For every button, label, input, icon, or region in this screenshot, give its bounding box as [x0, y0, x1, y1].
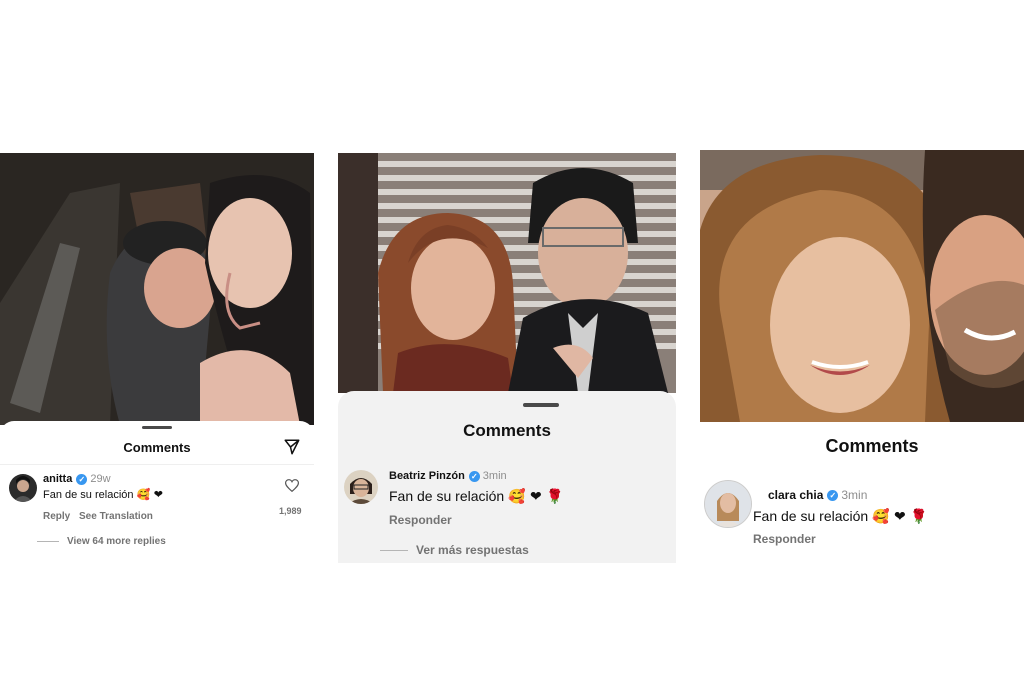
comments-title: Comments [825, 436, 919, 456]
photo-couple-selfie [700, 150, 1024, 422]
sheet-drag-handle[interactable] [142, 426, 172, 429]
divider [37, 540, 59, 542]
sheet-drag-handle[interactable] [523, 403, 559, 407]
comment-time: 29w [90, 473, 111, 485]
see-translation-button[interactable]: See Translation [79, 511, 153, 522]
comment-body: Fan de su relación 🥰 ❤ 🌹 [389, 488, 564, 505]
comment-text: Fan de su relación [43, 489, 134, 501]
comment-text: Fan de su relación [753, 508, 869, 524]
reply-button[interactable]: Responder [389, 513, 452, 527]
avatar[interactable] [344, 470, 378, 504]
comment-body: Fan de su relación 🥰 ❤ 🌹 [753, 508, 928, 525]
like-count: 1,989 [279, 506, 302, 516]
comment-emojis: 🥰 ❤ [136, 488, 163, 501]
comment-username[interactable]: clara chia [768, 488, 823, 502]
divider [0, 464, 314, 465]
comments-sheet: Comments Beatriz Pinzón ✓ 3min Fan de su r… [338, 391, 676, 563]
comment-emojis: 🥰 ❤ 🌹 [872, 509, 928, 525]
reply-button[interactable]: Responder [753, 532, 816, 546]
comment-time: 3min [841, 488, 868, 502]
view-more-replies-label: View 64 more replies [67, 536, 166, 547]
comment-username[interactable]: anitta [43, 473, 72, 485]
avatar[interactable] [704, 480, 752, 528]
photo-couple-office [338, 153, 676, 393]
send-icon[interactable] [283, 438, 301, 456]
verified-icon: ✓ [468, 470, 480, 482]
divider [380, 550, 408, 552]
reply-button[interactable]: Reply [43, 511, 70, 522]
comment-emojis: 🥰 ❤ 🌹 [508, 489, 564, 505]
comments-sheet: Comments clara chia ✓ 3min Fan de su relac… [700, 422, 1024, 560]
comment-text: Fan de su relación [389, 488, 505, 504]
comment-username[interactable]: Beatriz Pinzón [389, 470, 465, 482]
comment-header: clara chia ✓ 3min [768, 488, 867, 502]
panel-1-anitta-post: Comments anitta ✓ 29w Fan de su relación 🥰… [0, 153, 314, 553]
verified-icon: ✓ [76, 473, 88, 485]
view-more-replies[interactable]: Ver más respuestas [380, 543, 529, 557]
photo-couple-car [0, 153, 314, 425]
verified-icon: ✓ [827, 490, 839, 502]
panel-2-beatriz-post: Comments Beatriz Pinzón ✓ 3min Fan de su r… [338, 153, 676, 563]
comments-title: Comments [123, 440, 191, 455]
comment-time: 3min [482, 470, 507, 482]
comment-header: Beatriz Pinzón ✓ 3min [389, 470, 507, 482]
comment-header: anitta ✓ 29w [43, 473, 111, 485]
avatar[interactable] [9, 474, 37, 502]
panel-3-clara-post: Comments clara chia ✓ 3min Fan de su relac… [700, 150, 1024, 560]
comment-body: Fan de su relación 🥰 ❤ [43, 488, 163, 501]
heart-icon[interactable] [285, 479, 299, 492]
view-more-replies-label: Ver más respuestas [416, 543, 529, 557]
comments-title: Comments [463, 421, 551, 440]
comments-sheet: Comments anitta ✓ 29w Fan de su relación 🥰… [0, 421, 314, 553]
view-more-replies[interactable]: View 64 more replies [37, 536, 166, 547]
